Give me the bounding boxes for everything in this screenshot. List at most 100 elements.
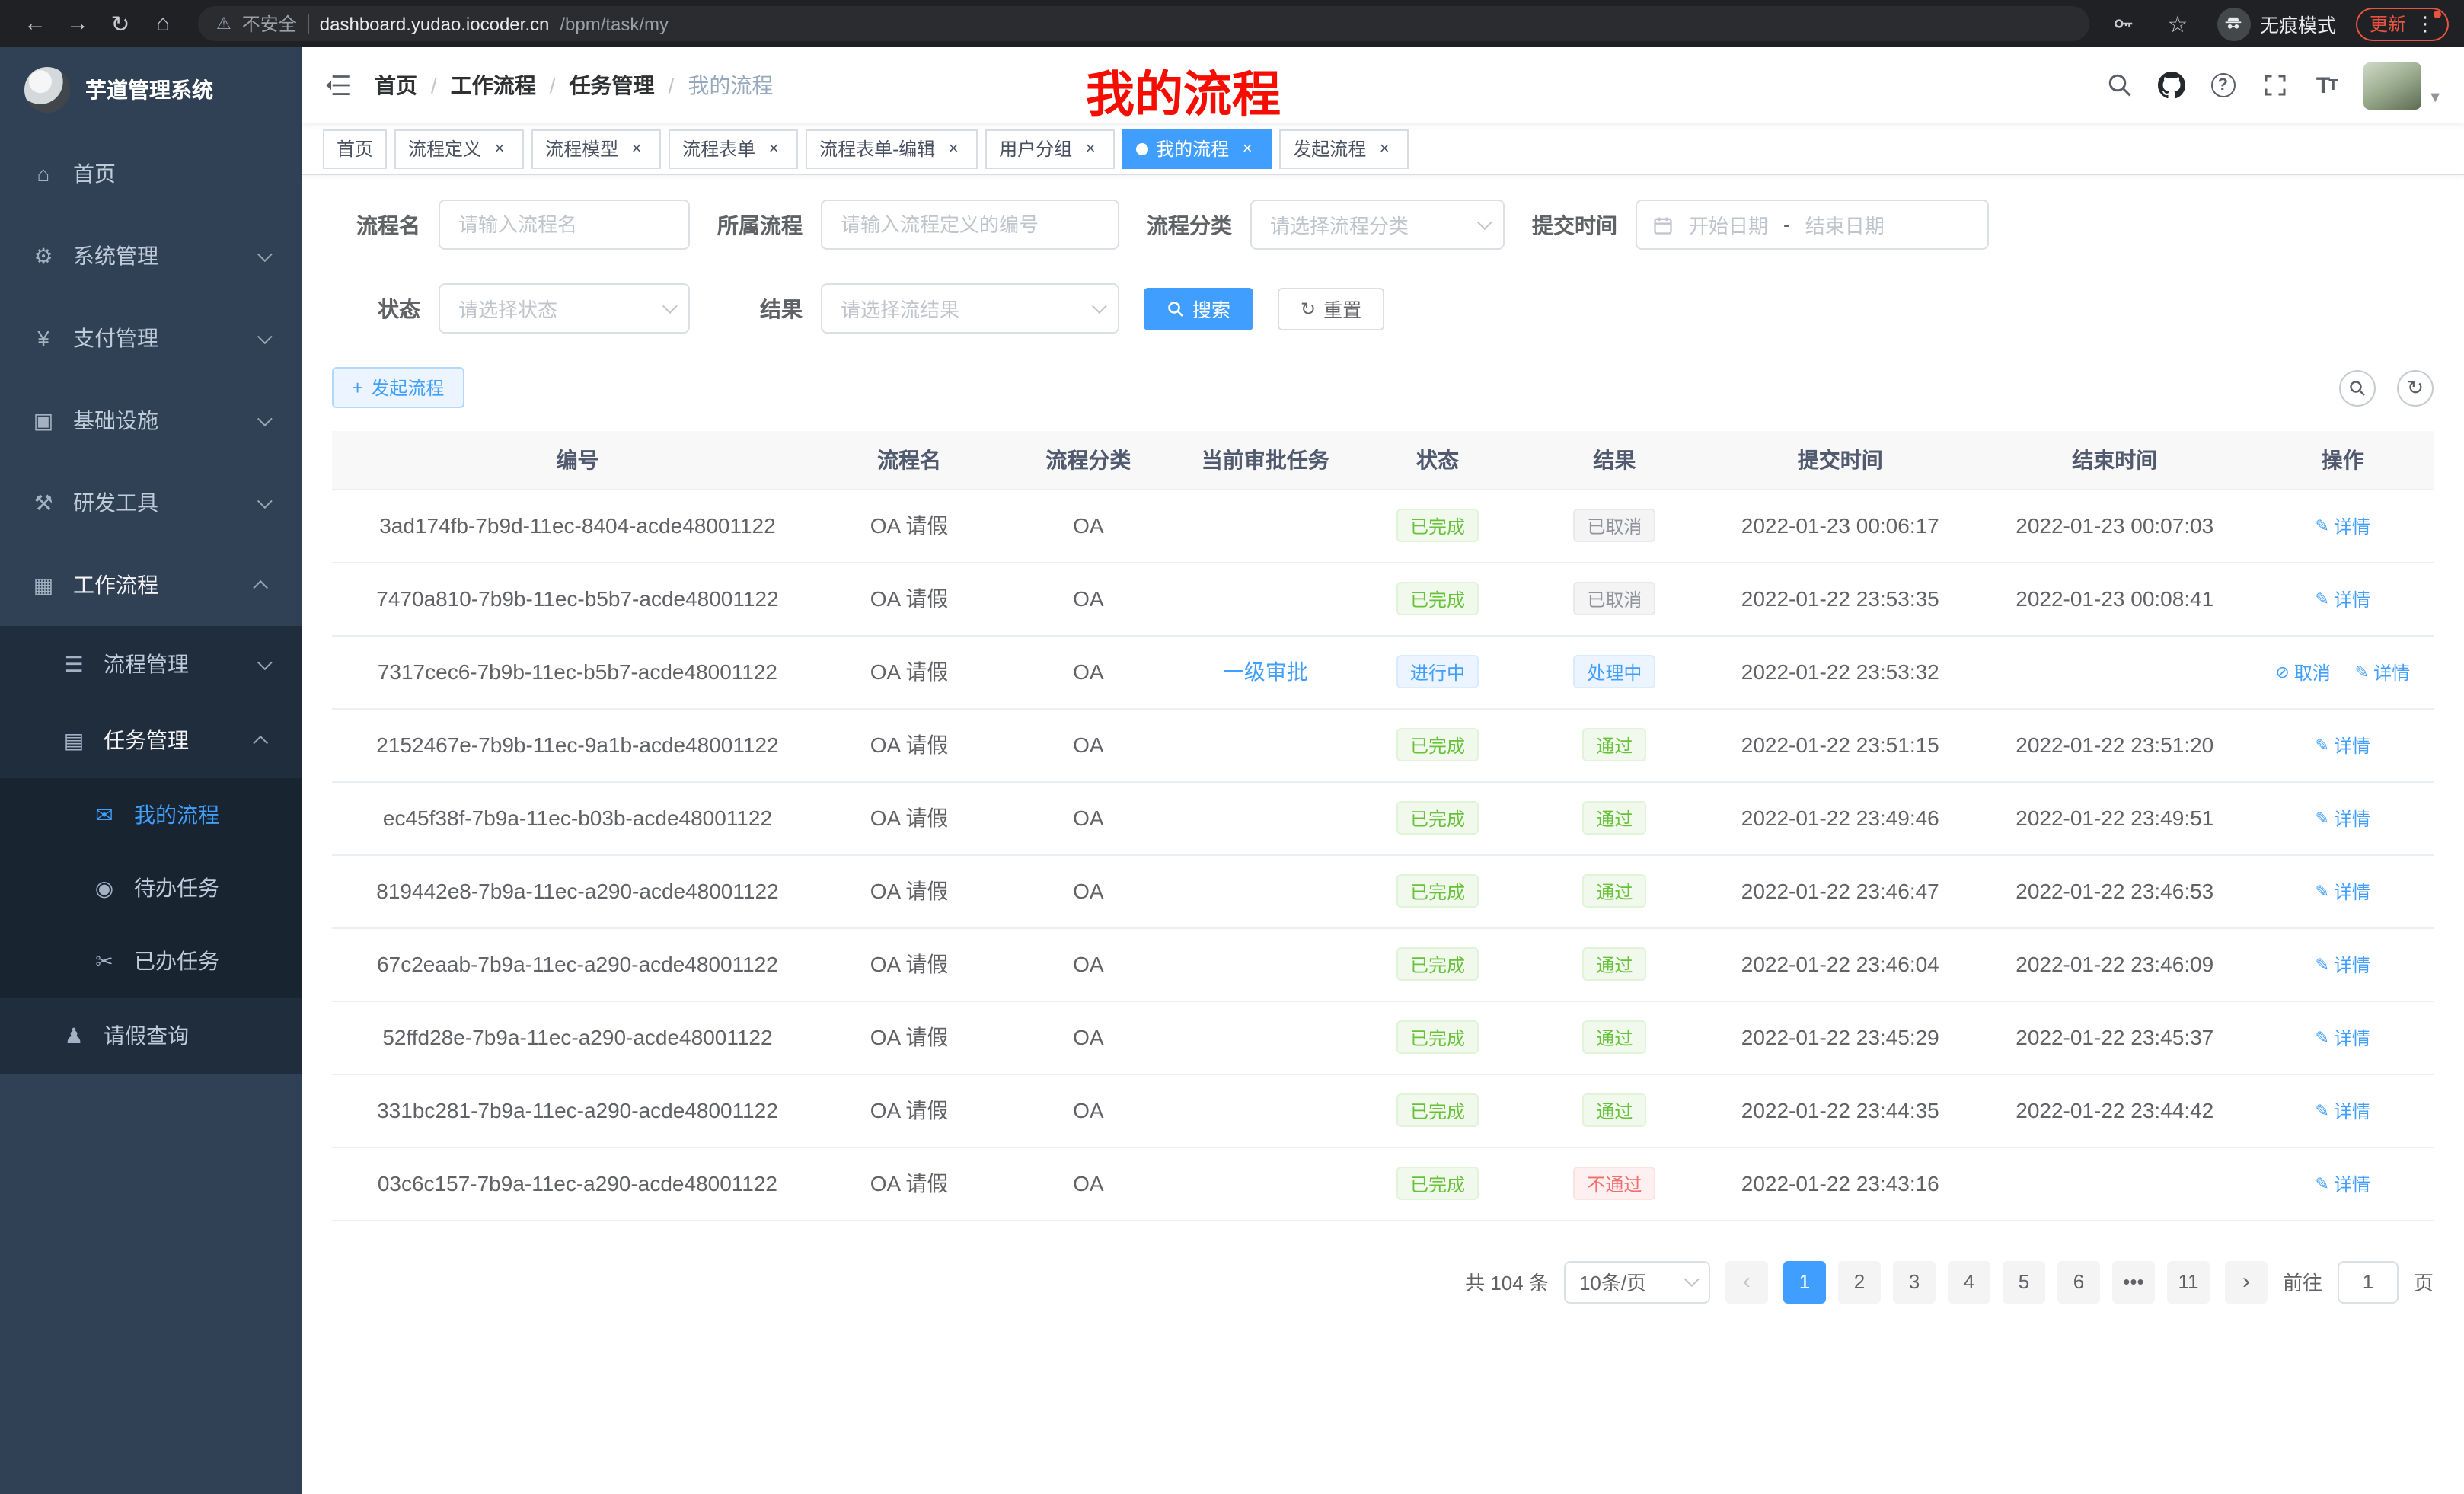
status-select[interactable]: 请选择状态 xyxy=(439,283,690,334)
sidebar-item-workflow[interactable]: ▦ 工作流程 xyxy=(0,544,302,626)
fullscreen-icon[interactable] xyxy=(2260,71,2289,100)
tab[interactable]: 发起流程 × xyxy=(1279,129,1409,168)
sidebar-item-home[interactable]: ⌂ 首页 xyxy=(0,132,302,215)
detail-link[interactable]: ✎详情 xyxy=(2316,1171,2370,1197)
sidebar-item-payment-management[interactable]: ¥ 支付管理 xyxy=(0,297,302,379)
back-icon[interactable]: ← xyxy=(15,5,55,42)
status-tag: 进行中 xyxy=(1396,655,1479,688)
sidebar-item-system-management[interactable]: ⚙ 系统管理 xyxy=(0,215,302,297)
close-icon[interactable]: × xyxy=(1374,138,1395,159)
browser-menu-icon[interactable]: ⋮ xyxy=(2415,14,2435,34)
detail-link[interactable]: ✎详情 xyxy=(2316,952,2370,978)
tab[interactable]: 我的流程 × xyxy=(1122,129,1272,168)
close-icon[interactable]: × xyxy=(1080,138,1101,159)
create-process-label: 发起流程 xyxy=(371,375,444,401)
github-icon[interactable] xyxy=(2156,71,2185,100)
sidebar-item-task-management[interactable]: ▤ 任务管理 xyxy=(0,702,302,778)
detail-link[interactable]: ✎详情 xyxy=(2316,733,2370,758)
close-icon[interactable]: × xyxy=(489,138,510,159)
detail-link[interactable]: ✎详情 xyxy=(2316,513,2370,539)
address-bar[interactable]: ⚠ 不安全 dashboard.yudao.iocoder.cn /bpm/ta… xyxy=(198,6,2089,41)
task-link[interactable]: 一级审批 xyxy=(1223,659,1308,684)
detail-icon: ✎ xyxy=(2316,516,2329,536)
detail-link[interactable]: ✎详情 xyxy=(2316,879,2370,905)
tab[interactable]: 首页 xyxy=(323,129,387,168)
page-button[interactable]: 5 xyxy=(2003,1260,2045,1303)
table-header-row: 编号流程名流程分类当前审批任务状态结果提交时间结束时间操作 xyxy=(332,431,2434,489)
refresh-table-button[interactable]: ↻ xyxy=(2397,369,2434,406)
sidebar-item-label: 研发工具 xyxy=(73,487,158,518)
page-button[interactable]: 3 xyxy=(1893,1260,1936,1303)
user-menu[interactable]: ▼ xyxy=(2363,62,2443,109)
result-select[interactable]: 请选择流结果 xyxy=(821,283,1119,334)
detail-link[interactable]: ✎详情 xyxy=(2316,806,2370,832)
cell-process-name: OA 请假 xyxy=(823,854,995,927)
sidebar-item-infrastructure[interactable]: ▣ 基础设施 xyxy=(0,379,302,461)
sidebar-item-label: 我的流程 xyxy=(134,800,219,830)
forward-icon[interactable]: → xyxy=(58,5,97,42)
goto-page-input[interactable] xyxy=(2338,1260,2399,1303)
breadcrumb-item[interactable]: 工作流程 xyxy=(451,70,536,101)
detail-link[interactable]: ✎详情 xyxy=(2355,659,2410,685)
cell-result: 已取消 xyxy=(1526,489,1703,562)
detail-link[interactable]: ✎详情 xyxy=(2316,1098,2370,1124)
process-name-input[interactable] xyxy=(439,200,690,250)
detail-link[interactable]: ✎详情 xyxy=(2316,1025,2370,1051)
hamburger-icon[interactable] xyxy=(302,47,375,123)
cell-end-time xyxy=(1977,1147,2252,1220)
table-row: ec45f38f-7b9a-11ec-b03b-acde48001122 OA … xyxy=(332,781,2434,854)
cell-process-name: OA 请假 xyxy=(823,1001,995,1074)
breadcrumb-item[interactable]: 首页 xyxy=(375,70,417,101)
page-size-select[interactable]: 10条/页 xyxy=(1564,1260,1710,1303)
cell-actions: ✎详情 xyxy=(2252,562,2434,635)
toggle-search-button[interactable] xyxy=(2339,369,2376,406)
page-button[interactable]: 6 xyxy=(2057,1260,2100,1303)
tab[interactable]: 流程表单-编辑 × xyxy=(806,129,978,168)
sidebar-item-leave-query[interactable]: ♟ 请假查询 xyxy=(0,998,302,1074)
help-icon[interactable]: ? xyxy=(2208,71,2237,100)
app-logo[interactable]: 芋道管理系统 xyxy=(0,47,302,132)
sidebar-item-my-process[interactable]: ✉ 我的流程 xyxy=(0,778,302,851)
prev-page-button[interactable]: ‹ xyxy=(1725,1260,1768,1303)
cell-category: OA xyxy=(995,927,1181,1001)
page-button[interactable]: 2 xyxy=(1838,1260,1881,1303)
sidebar-item-todo-task[interactable]: ◉ 待办任务 xyxy=(0,851,302,924)
font-size-icon[interactable]: TT xyxy=(2312,71,2341,100)
tab[interactable]: 流程模型 × xyxy=(531,129,661,168)
cancel-link[interactable]: ⊘取消 xyxy=(2275,659,2330,685)
close-icon[interactable]: × xyxy=(763,138,784,159)
bookmark-star-icon[interactable]: ☆ xyxy=(2158,5,2197,42)
tab[interactable]: 用户分组 × xyxy=(985,129,1115,168)
reload-icon[interactable]: ↻ xyxy=(101,5,140,42)
cell-category: OA xyxy=(995,562,1181,635)
category-select[interactable]: 请选择流程分类 xyxy=(1250,200,1505,250)
search-icon[interactable] xyxy=(2105,71,2134,100)
cell-end-time xyxy=(1977,635,2252,708)
column-header: 流程名 xyxy=(823,431,995,489)
page-button[interactable]: 11 xyxy=(2167,1260,2210,1303)
reset-button[interactable]: ↻ 重置 xyxy=(1278,287,1384,330)
page-button[interactable]: 4 xyxy=(1948,1260,1990,1303)
close-icon[interactable]: × xyxy=(626,138,647,159)
create-process-button[interactable]: + 发起流程 xyxy=(332,367,464,408)
page-ellipsis[interactable]: ••• xyxy=(2112,1260,2155,1303)
sidebar-item-dev-tools[interactable]: ⚒ 研发工具 xyxy=(0,461,302,544)
result-tag: 通过 xyxy=(1582,1093,1646,1127)
breadcrumb-item[interactable]: 任务管理 xyxy=(570,70,655,101)
submit-time-range-picker[interactable]: 开始日期 - 结束日期 xyxy=(1636,200,1989,250)
close-icon[interactable]: × xyxy=(1237,138,1258,159)
sidebar-item-process-management[interactable]: ☰ 流程管理 xyxy=(0,626,302,702)
update-button[interactable]: 更新 ⋮ xyxy=(2356,7,2449,40)
tab[interactable]: 流程定义 × xyxy=(394,129,524,168)
password-key-icon[interactable] xyxy=(2105,5,2144,42)
close-icon[interactable]: × xyxy=(943,138,964,159)
tab[interactable]: 流程表单 × xyxy=(669,129,798,168)
next-page-button[interactable]: › xyxy=(2225,1260,2268,1303)
detail-link[interactable]: ✎详情 xyxy=(2316,586,2370,612)
search-button[interactable]: 搜索 xyxy=(1144,287,1253,330)
page-button[interactable]: 1 xyxy=(1783,1260,1826,1303)
sidebar-item-done-task[interactable]: ✂ 已办任务 xyxy=(0,924,302,998)
home-icon[interactable]: ⌂ xyxy=(143,5,183,42)
page-list: 123456 ••• 11 xyxy=(1783,1260,2210,1303)
process-definition-input[interactable] xyxy=(821,200,1119,250)
